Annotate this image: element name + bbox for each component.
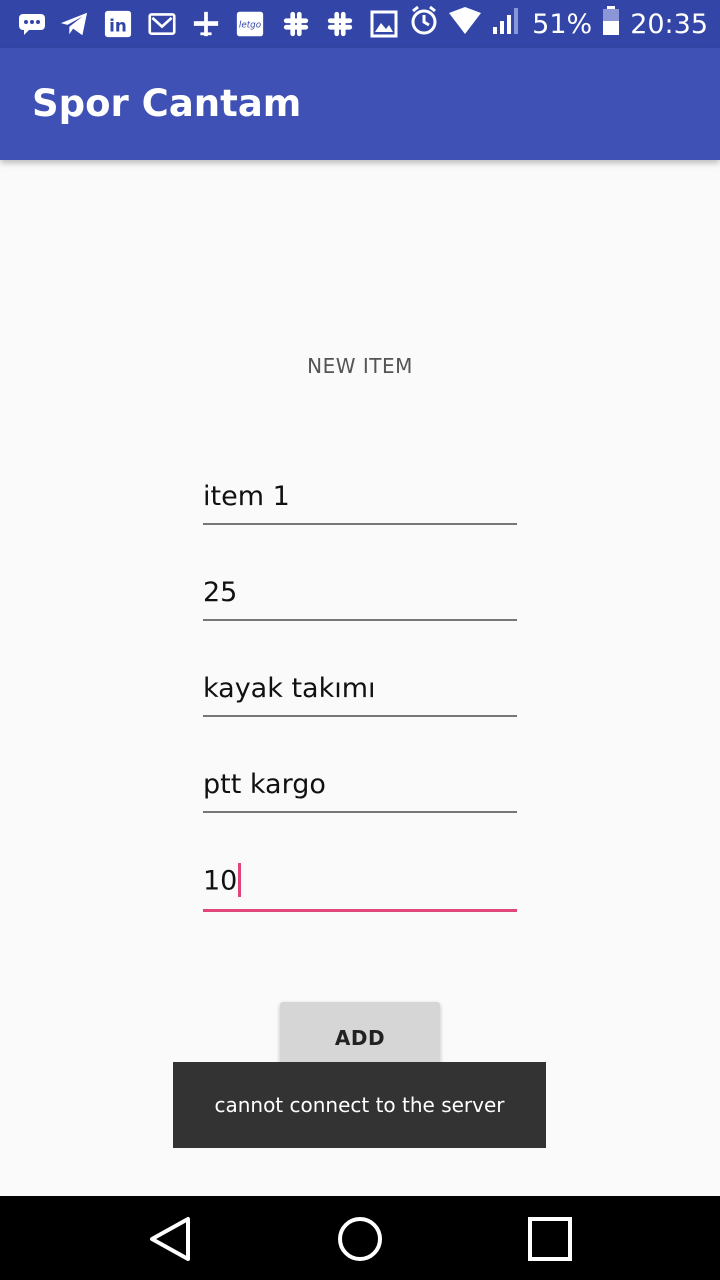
home-circle-icon — [338, 1217, 382, 1261]
amount-field[interactable]: 10 — [203, 863, 517, 912]
recents-button[interactable] — [525, 1214, 575, 1264]
letgo-icon: letgo — [236, 10, 264, 38]
svg-text:letgo: letgo — [239, 21, 261, 31]
slack-icon — [326, 10, 354, 38]
app-bar: Spor Cantam — [0, 48, 720, 160]
status-bar: in letgo 51% 20:35 — [0, 0, 720, 48]
toast-message: cannot connect to the server — [173, 1062, 546, 1148]
flight-icon — [192, 10, 220, 38]
home-button[interactable] — [335, 1214, 385, 1264]
shipping-field[interactable]: ptt kargo — [203, 769, 517, 813]
app-title: Spor Cantam — [32, 82, 302, 125]
back-button[interactable] — [145, 1214, 195, 1264]
section-title: NEW ITEM — [307, 354, 413, 378]
field-underline — [203, 619, 517, 621]
signal-icon — [492, 7, 522, 42]
image-icon — [370, 10, 398, 38]
field-value: item 1 — [203, 481, 290, 512]
field-value-wrap: 10 — [203, 863, 242, 899]
field-value: ptt kargo — [203, 769, 326, 800]
alarm-icon — [410, 5, 438, 43]
field-value: kayak takımı — [203, 673, 376, 704]
item-name-field[interactable]: item 1 — [203, 481, 517, 525]
field-value: 25 — [203, 577, 238, 608]
telegram-icon — [60, 10, 88, 38]
navigation-bar — [0, 1196, 720, 1280]
quantity-field[interactable]: 25 — [203, 577, 517, 621]
back-triangle-icon — [150, 1217, 190, 1261]
chat-bubble-icon — [18, 10, 46, 38]
status-right: 51% 20:35 — [410, 0, 708, 48]
slack-icon — [282, 10, 310, 38]
field-underline — [203, 811, 517, 813]
field-underline — [203, 715, 517, 717]
text-cursor — [238, 863, 242, 897]
wifi-icon — [448, 6, 482, 42]
field-underline — [203, 523, 517, 525]
field-value: 10 — [203, 865, 238, 897]
clock: 20:35 — [630, 8, 708, 40]
recents-square-icon — [528, 1217, 572, 1261]
mail-icon — [148, 10, 176, 38]
battery-icon — [602, 5, 620, 43]
linkedin-icon: in — [104, 10, 132, 38]
field-underline — [203, 909, 517, 912]
svg-text:in: in — [109, 15, 127, 35]
battery-percent: 51% — [532, 8, 593, 40]
category-field[interactable]: kayak takımı — [203, 673, 517, 717]
